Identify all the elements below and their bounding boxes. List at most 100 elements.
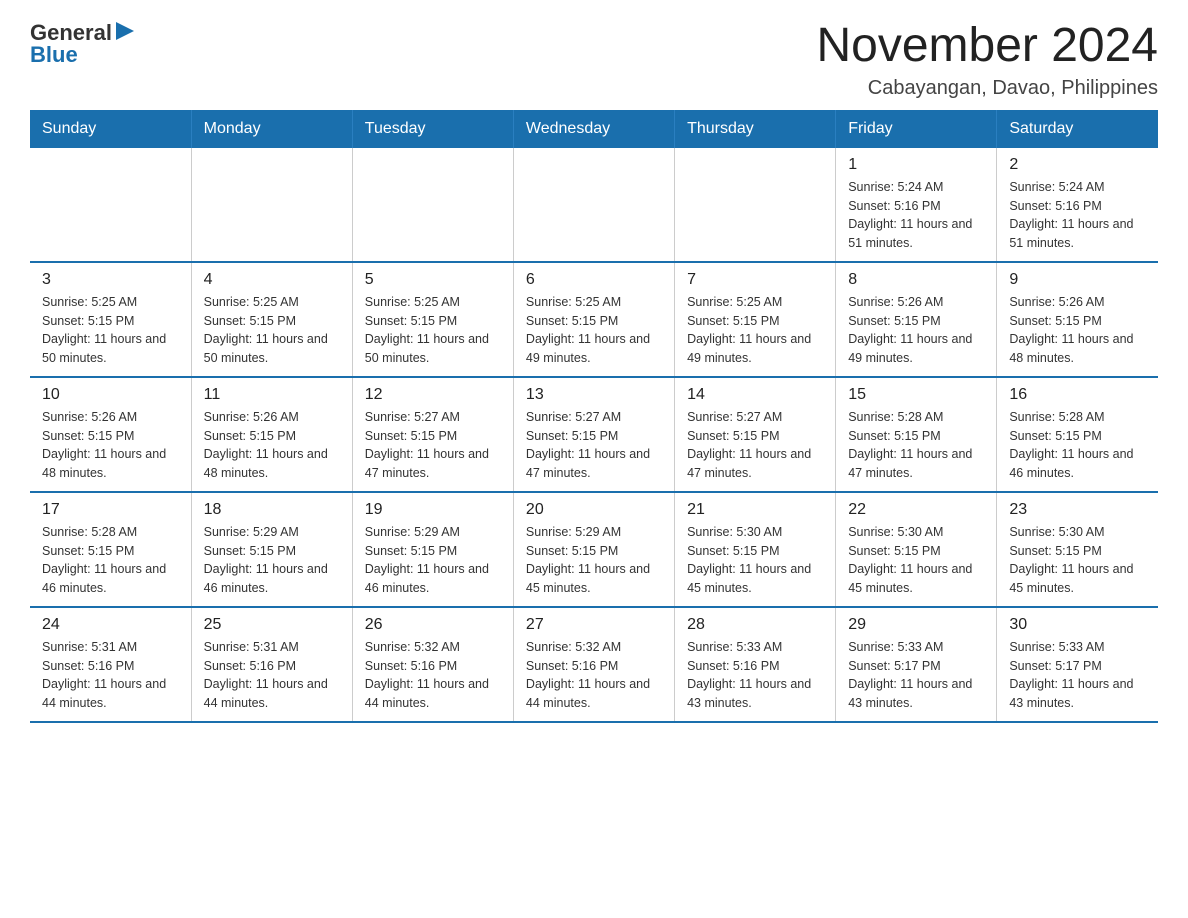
day-cell-w5-d3: 26Sunrise: 5:32 AMSunset: 5:16 PMDayligh… xyxy=(352,607,513,722)
day-number-21: 21 xyxy=(687,501,823,519)
week-row-2: 3 Sunrise: 5:25 AMSunset: 5:15 PMDaylight… xyxy=(30,262,1158,377)
day-cell-w1-d6: 1 Sunrise: 5:24 AMSunset: 5:16 PMDaylight… xyxy=(836,148,997,262)
day-cell-w2-d3: 5 Sunrise: 5:25 AMSunset: 5:15 PMDaylight… xyxy=(352,262,513,377)
day-info-29: Sunrise: 5:33 AMSunset: 5:17 PMDaylight:… xyxy=(848,638,984,713)
day-cell-w4-d5: 21 Sunrise: 5:30 AMSunset: 5:15 PMDayligh… xyxy=(675,492,836,607)
day-number-12: 12 xyxy=(365,386,501,404)
header-saturday: Saturday xyxy=(997,110,1158,148)
day-cell-w5-d4: 27Sunrise: 5:32 AMSunset: 5:16 PMDayligh… xyxy=(513,607,674,722)
header-wednesday: Wednesday xyxy=(513,110,674,148)
day-info-13: Sunrise: 5:27 AMSunset: 5:15 PMDaylight:… xyxy=(526,408,662,483)
header-tuesday: Tuesday xyxy=(352,110,513,148)
day-cell-w1-d7: 2 Sunrise: 5:24 AMSunset: 5:16 PMDaylight… xyxy=(997,148,1158,262)
day-info-10: Sunrise: 5:26 AMSunset: 5:15 PMDaylight:… xyxy=(42,408,179,483)
day-number-1: 1 xyxy=(848,156,984,174)
day-cell-w2-d1: 3Sunrise: 5:25 AMSunset: 5:15 PMDaylight… xyxy=(30,262,191,377)
day-cell-w5-d6: 29 Sunrise: 5:33 AMSunset: 5:17 PMDayligh… xyxy=(836,607,997,722)
calendar-body: 1 Sunrise: 5:24 AMSunset: 5:16 PMDaylight… xyxy=(30,148,1158,722)
day-cell-w1-d1 xyxy=(30,148,191,262)
day-number-9: 9 xyxy=(1009,271,1146,289)
day-cell-w3-d7: 16Sunrise: 5:28 AMSunset: 5:15 PMDayligh… xyxy=(997,377,1158,492)
day-info-25: Sunrise: 5:31 AMSunset: 5:16 PMDaylight:… xyxy=(204,638,340,713)
location-subtitle: Cabayangan, Davao, Philippines xyxy=(816,77,1158,100)
day-number-24: 24 xyxy=(42,616,179,634)
day-number-8: 8 xyxy=(848,271,984,289)
day-info-20: Sunrise: 5:29 AMSunset: 5:15 PMDaylight:… xyxy=(526,523,662,598)
day-cell-w1-d5 xyxy=(675,148,836,262)
day-info-12: Sunrise: 5:27 AMSunset: 5:15 PMDaylight:… xyxy=(365,408,501,483)
day-info-19: Sunrise: 5:29 AMSunset: 5:15 PMDaylight:… xyxy=(365,523,501,598)
day-cell-w2-d2: 4 Sunrise: 5:25 AMSunset: 5:15 PMDaylight… xyxy=(191,262,352,377)
day-number-10: 10 xyxy=(42,386,179,404)
day-number-7: 7 xyxy=(687,271,823,289)
day-info-5: Sunrise: 5:25 AMSunset: 5:15 PMDaylight:… xyxy=(365,293,501,368)
header-thursday: Thursday xyxy=(675,110,836,148)
title-section: November 2024 Cabayangan, Davao, Philipp… xyxy=(816,20,1158,100)
calendar-header: SundayMondayTuesdayWednesdayThursdayFrid… xyxy=(30,110,1158,148)
day-number-5: 5 xyxy=(365,271,501,289)
day-info-11: Sunrise: 5:26 AMSunset: 5:15 PMDaylight:… xyxy=(204,408,340,483)
day-cell-w1-d4 xyxy=(513,148,674,262)
header-sunday: Sunday xyxy=(30,110,191,148)
day-number-11: 11 xyxy=(204,386,340,404)
day-cell-w3-d2: 11 Sunrise: 5:26 AMSunset: 5:15 PMDayligh… xyxy=(191,377,352,492)
logo: General Blue xyxy=(30,20,136,68)
day-info-23: Sunrise: 5:30 AMSunset: 5:15 PMDaylight:… xyxy=(1009,523,1146,598)
day-number-19: 19 xyxy=(365,501,501,519)
day-number-13: 13 xyxy=(526,386,662,404)
day-info-8: Sunrise: 5:26 AMSunset: 5:15 PMDaylight:… xyxy=(848,293,984,368)
day-cell-w3-d4: 13 Sunrise: 5:27 AMSunset: 5:15 PMDayligh… xyxy=(513,377,674,492)
day-cell-w3-d1: 10 Sunrise: 5:26 AMSunset: 5:15 PMDayligh… xyxy=(30,377,191,492)
week-row-4: 17 Sunrise: 5:28 AMSunset: 5:15 PMDayligh… xyxy=(30,492,1158,607)
day-number-29: 29 xyxy=(848,616,984,634)
day-number-17: 17 xyxy=(42,501,179,519)
day-info-6: Sunrise: 5:25 AMSunset: 5:15 PMDaylight:… xyxy=(526,293,662,368)
day-info-2: Sunrise: 5:24 AMSunset: 5:16 PMDaylight:… xyxy=(1009,178,1146,253)
day-cell-w4-d7: 23 Sunrise: 5:30 AMSunset: 5:15 PMDayligh… xyxy=(997,492,1158,607)
day-number-26: 26 xyxy=(365,616,501,634)
day-number-28: 28 xyxy=(687,616,823,634)
day-number-20: 20 xyxy=(526,501,662,519)
day-info-18: Sunrise: 5:29 AMSunset: 5:15 PMDaylight:… xyxy=(204,523,340,598)
day-info-22: Sunrise: 5:30 AMSunset: 5:15 PMDaylight:… xyxy=(848,523,984,598)
day-cell-w4-d3: 19 Sunrise: 5:29 AMSunset: 5:15 PMDayligh… xyxy=(352,492,513,607)
day-cell-w5-d7: 30Sunrise: 5:33 AMSunset: 5:17 PMDayligh… xyxy=(997,607,1158,722)
day-number-6: 6 xyxy=(526,271,662,289)
day-info-17: Sunrise: 5:28 AMSunset: 5:15 PMDaylight:… xyxy=(42,523,179,598)
page-header: General Blue November 2024 Cabayangan, D… xyxy=(30,20,1158,100)
day-number-4: 4 xyxy=(204,271,340,289)
day-cell-w2-d6: 8 Sunrise: 5:26 AMSunset: 5:15 PMDaylight… xyxy=(836,262,997,377)
day-number-23: 23 xyxy=(1009,501,1146,519)
day-info-4: Sunrise: 5:25 AMSunset: 5:15 PMDaylight:… xyxy=(204,293,340,368)
day-number-3: 3 xyxy=(42,271,179,289)
week-row-1: 1 Sunrise: 5:24 AMSunset: 5:16 PMDaylight… xyxy=(30,148,1158,262)
header-monday: Monday xyxy=(191,110,352,148)
day-cell-w2-d4: 6 Sunrise: 5:25 AMSunset: 5:15 PMDaylight… xyxy=(513,262,674,377)
day-number-22: 22 xyxy=(848,501,984,519)
day-info-16: Sunrise: 5:28 AMSunset: 5:15 PMDaylight:… xyxy=(1009,408,1146,483)
day-info-14: Sunrise: 5:27 AMSunset: 5:15 PMDaylight:… xyxy=(687,408,823,483)
day-cell-w4-d1: 17 Sunrise: 5:28 AMSunset: 5:15 PMDayligh… xyxy=(30,492,191,607)
day-cell-w3-d3: 12 Sunrise: 5:27 AMSunset: 5:15 PMDayligh… xyxy=(352,377,513,492)
day-info-21: Sunrise: 5:30 AMSunset: 5:15 PMDaylight:… xyxy=(687,523,823,598)
day-cell-w4-d6: 22 Sunrise: 5:30 AMSunset: 5:15 PMDayligh… xyxy=(836,492,997,607)
day-cell-w3-d6: 15Sunrise: 5:28 AMSunset: 5:15 PMDayligh… xyxy=(836,377,997,492)
day-cell-w2-d7: 9Sunrise: 5:26 AMSunset: 5:15 PMDaylight… xyxy=(997,262,1158,377)
day-info-28: Sunrise: 5:33 AMSunset: 5:16 PMDaylight:… xyxy=(687,638,823,713)
header-friday: Friday xyxy=(836,110,997,148)
day-number-18: 18 xyxy=(204,501,340,519)
day-info-1: Sunrise: 5:24 AMSunset: 5:16 PMDaylight:… xyxy=(848,178,984,253)
day-cell-w5-d5: 28 Sunrise: 5:33 AMSunset: 5:16 PMDayligh… xyxy=(675,607,836,722)
logo-arrow-icon xyxy=(114,20,136,42)
day-cell-w3-d5: 14 Sunrise: 5:27 AMSunset: 5:15 PMDayligh… xyxy=(675,377,836,492)
day-cell-w5-d2: 25Sunrise: 5:31 AMSunset: 5:16 PMDayligh… xyxy=(191,607,352,722)
day-cell-w5-d1: 24Sunrise: 5:31 AMSunset: 5:16 PMDayligh… xyxy=(30,607,191,722)
day-cell-w1-d3 xyxy=(352,148,513,262)
day-number-14: 14 xyxy=(687,386,823,404)
day-cell-w4-d2: 18 Sunrise: 5:29 AMSunset: 5:15 PMDayligh… xyxy=(191,492,352,607)
day-info-7: Sunrise: 5:25 AMSunset: 5:15 PMDaylight:… xyxy=(687,293,823,368)
day-cell-w4-d4: 20 Sunrise: 5:29 AMSunset: 5:15 PMDayligh… xyxy=(513,492,674,607)
day-number-2: 2 xyxy=(1009,156,1146,174)
week-row-5: 24 Sunrise: 5:31 AMSunset: 5:16 PMDayligh… xyxy=(30,607,1158,722)
logo-blue-text: Blue xyxy=(30,42,136,68)
